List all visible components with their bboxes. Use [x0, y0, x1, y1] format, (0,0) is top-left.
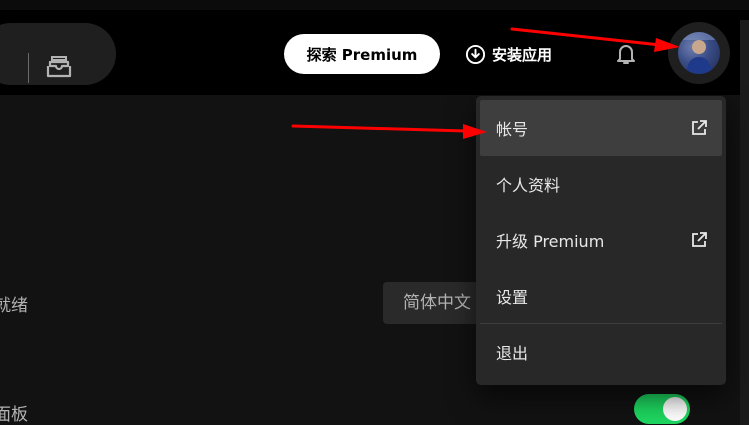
- menu-item-profile[interactable]: 个人资料: [480, 156, 722, 212]
- menu-item-label: 帐号: [496, 120, 529, 139]
- toggle-knob: [663, 397, 687, 421]
- external-link-icon: [692, 232, 707, 247]
- menu-item-upgrade-premium[interactable]: 升级 Premium: [480, 212, 722, 268]
- menu-item-label: 个人资料: [496, 176, 561, 195]
- app-window: 探索 Premium 安装应用 就绪 简体中文 面板 帐号 个人资料 升级 Pr…: [0, 0, 749, 425]
- setting-toggle[interactable]: [634, 394, 690, 424]
- search-divider: [28, 53, 29, 83]
- download-icon: [465, 44, 486, 64]
- menu-item-settings[interactable]: 设置: [480, 268, 722, 324]
- user-avatar-button[interactable]: [668, 22, 730, 84]
- account-menu: 帐号 个人资料 升级 Premium 设置 退出: [476, 96, 726, 385]
- explore-premium-button[interactable]: 探索 Premium: [284, 34, 440, 74]
- search-bar[interactable]: [0, 23, 116, 85]
- setting-label: 面板: [0, 405, 28, 425]
- menu-item-label: 升级 Premium: [496, 232, 605, 251]
- menu-item-label: 退出: [496, 344, 529, 363]
- top-bar: 探索 Premium 安装应用: [0, 10, 749, 95]
- scrollbar[interactable]: [740, 20, 749, 425]
- menu-item-label: 设置: [496, 288, 529, 307]
- external-link-icon: [692, 120, 707, 135]
- install-app-label: 安装应用: [492, 45, 553, 64]
- install-app-button[interactable]: 安装应用: [465, 42, 552, 66]
- menu-item-logout[interactable]: 退出: [480, 324, 722, 380]
- setting-label: 就绪: [0, 296, 28, 316]
- avatar: [678, 32, 720, 74]
- explore-premium-label: 探索 Premium: [306, 45, 418, 64]
- browse-icon[interactable]: [44, 52, 74, 82]
- menu-item-account[interactable]: 帐号: [480, 100, 722, 156]
- bell-icon[interactable]: [613, 41, 639, 67]
